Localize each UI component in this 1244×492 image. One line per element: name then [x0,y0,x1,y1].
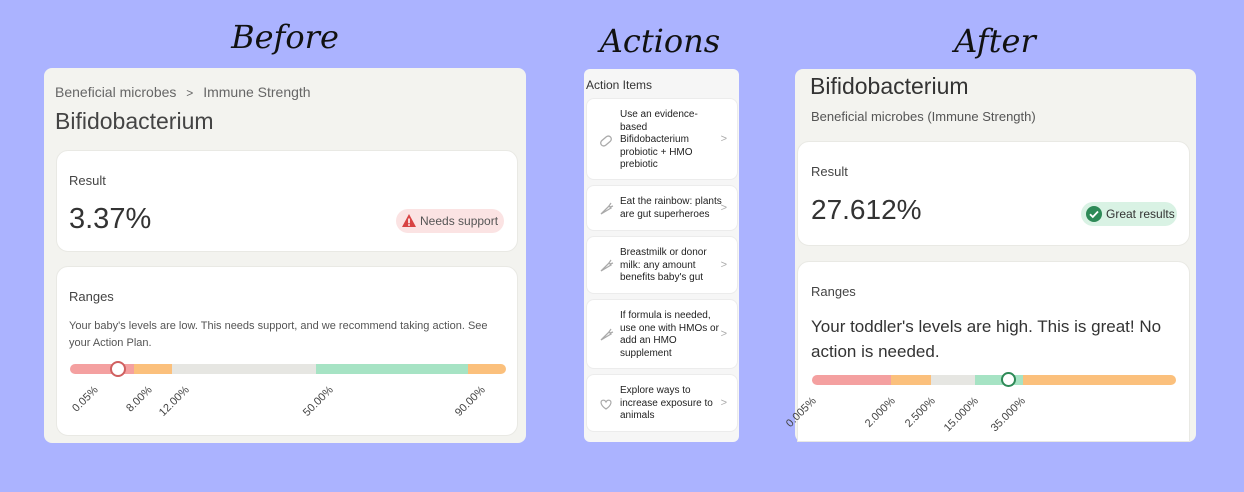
after-heading: After [954,22,1036,60]
range-tick-label: 2.000% [862,395,898,430]
status-badge-label: Needs support [420,214,499,228]
range-tick-label: 90.00% [452,384,488,419]
after-panel: Bifidobacterium Beneficial microbes (Imm… [784,69,1196,442]
chevron-right-icon: > [720,259,727,271]
breadcrumb-separator-icon: > [186,86,194,100]
result-value: 3.37% [69,203,152,235]
checkmark-icon [1086,206,1102,222]
range-segment-orange [134,364,172,374]
page-title: Bifidobacterium [55,108,214,134]
chevron-right-icon: > [720,133,727,145]
chevron-right-icon: > [720,202,727,214]
heart-icon [600,399,612,410]
carrot-icon [600,259,614,272]
range-tick-label: 50.00% [300,384,336,419]
breadcrumb-current: Immune Strength [203,84,311,100]
range-tick-label: 15.000% [941,395,981,435]
range-tick-label: 2.500% [902,395,938,430]
status-badge-label: Great results [1106,207,1175,221]
action-item-text: Explore ways to increase exposure to ani… [620,385,713,421]
actions-panel: Action Items Use an evidence- based Bifi… [584,69,739,442]
range-tick-label: 0.05% [69,384,101,415]
result-card: Result 27.612% Great results [797,141,1190,246]
before-panel: Beneficial microbes > Immune Strength Bi… [44,68,526,443]
range-tick-label: 8.00% [123,384,155,415]
chevron-right-icon: > [720,397,727,409]
action-item[interactable]: Eat the rainbow: plants are gut superher… [586,185,738,231]
page-subtitle: Beneficial microbes (Immune Strength) [811,109,1036,124]
action-item-text: Breastmilk or donor milk: any amount ben… [620,247,707,283]
range-segment-orange-high [1023,375,1176,385]
ranges-card: Ranges Your baby's levels are low. This … [56,266,518,436]
carrot-icon [600,202,614,215]
ranges-description-line1: Your toddler's levels are high. This is … [811,317,1162,336]
carrot-icon [600,328,614,341]
action-items-title: Action Items [586,78,653,92]
status-badge: Great results [1081,202,1177,226]
ranges-description-line2: your Action Plan. [69,337,152,349]
range-bar [812,372,1176,387]
ranges-description-line2: action is needed. [811,342,940,361]
action-item[interactable]: Explore ways to increase exposure to ani… [586,374,738,432]
result-card: Result 3.37% Needs support [56,150,518,252]
range-tick-label: 12.00% [156,384,192,419]
result-value: 27.612% [811,194,922,225]
range-segment-green [316,364,468,374]
ranges-description-line1: Your baby's levels are low. This needs s… [69,320,488,332]
range-segment-grey [931,375,975,385]
range-tick-label: 0.005% [783,395,819,430]
range-segment-red [812,375,891,385]
action-item[interactable]: If formula is needed, use one with HMOs … [586,299,738,369]
action-item-text: Eat the rainbow: plants are gut superher… [620,196,722,220]
action-item[interactable]: Use an evidence- based Bifidobacterium p… [586,98,738,180]
pill-icon [600,135,612,147]
range-tick-label: 35.000% [988,395,1028,435]
action-item-text: If formula is needed, use one with HMOs … [620,310,719,359]
result-label: Result [69,173,106,188]
value-marker [110,361,126,377]
chevron-right-icon: > [720,328,727,340]
action-item[interactable]: Breastmilk or donor milk: any amount ben… [586,236,738,294]
range-segment-orange-high [468,364,506,374]
breadcrumb-parent[interactable]: Beneficial microbes [55,84,176,100]
before-heading: Before [231,18,339,56]
value-marker [1001,372,1016,387]
warning-icon [402,214,416,227]
result-label: Result [811,164,848,179]
range-bar [70,361,506,377]
range-segment-grey [172,364,316,374]
breadcrumb: Beneficial microbes > Immune Strength [55,84,311,100]
range-segment-orange [891,375,931,385]
status-badge: Needs support [396,209,504,233]
actions-heading: Actions [599,22,721,60]
page-title: Bifidobacterium [810,73,969,99]
ranges-label: Ranges [811,284,856,299]
action-item-text: Use an evidence- based Bifidobacterium p… [620,109,698,170]
ranges-label: Ranges [69,289,114,304]
ranges-card: Ranges Your toddler's levels are high. T… [784,261,1190,442]
